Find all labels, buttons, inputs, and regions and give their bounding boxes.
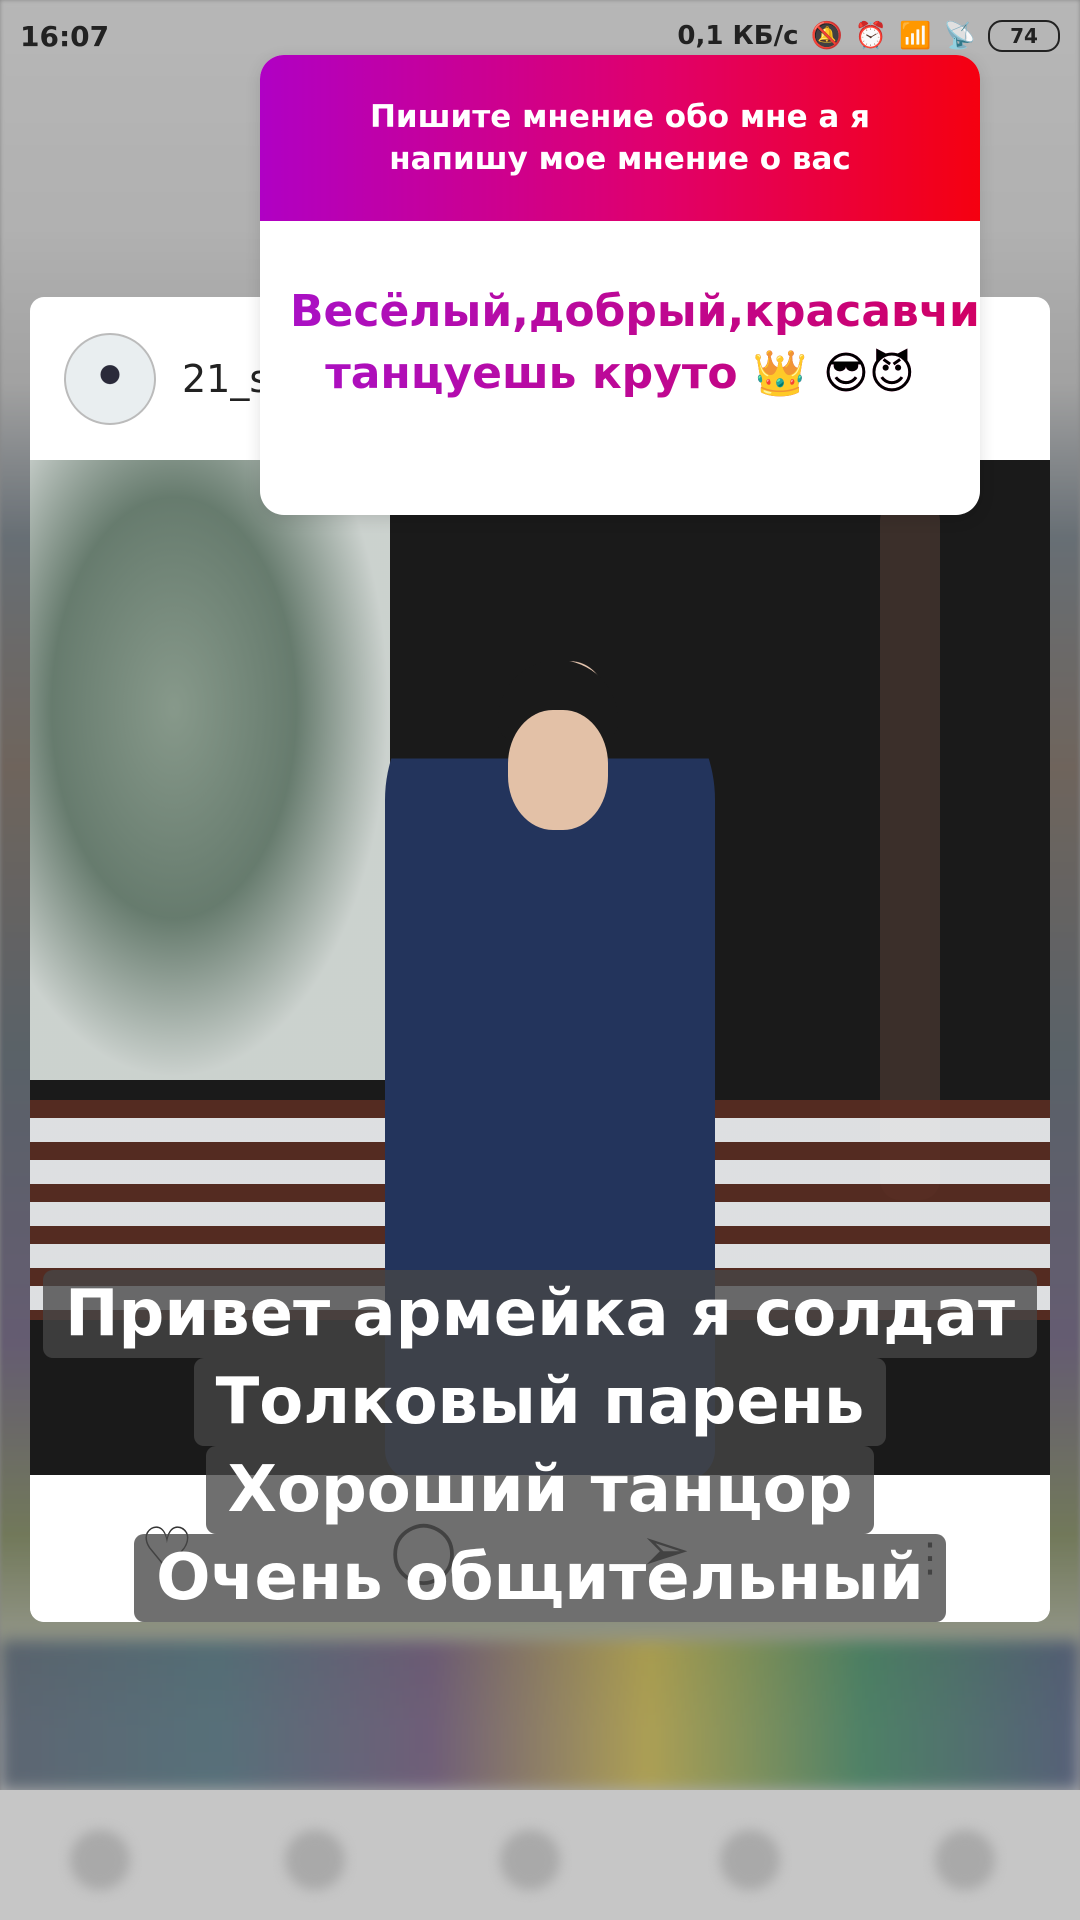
heart-icon: [720, 1830, 780, 1890]
caption-line: Хороший танцор: [205, 1446, 875, 1534]
profile-icon: [935, 1830, 995, 1890]
post-username[interactable]: 21_s: [182, 357, 269, 401]
battery-indicator: 74: [988, 20, 1060, 52]
caption-line-1-row: Привет армейка я солдат: [0, 1270, 1080, 1358]
status-time: 16:07: [20, 19, 110, 53]
signal-icon: 📶: [899, 21, 932, 51]
photo-face: [508, 710, 608, 830]
caption-line: Толковый парень: [193, 1358, 887, 1446]
mute-icon: 🔕: [810, 21, 843, 51]
alarm-icon: ⏰: [854, 21, 888, 51]
photo-tree-trunk: [880, 500, 940, 1200]
answer-emojis: 👑 😎😈: [752, 348, 915, 399]
question-prompt: Пишите мнение обо мне а я напишу мое мне…: [260, 55, 980, 221]
photo-snowy-trees: [30, 460, 390, 1080]
caption-line-3-row: Хороший танцор: [0, 1446, 1080, 1534]
caption-line-4-row: Очень общительный: [0, 1534, 1080, 1622]
question-sticker[interactable]: Пишите мнение обо мне а я напишу мое мне…: [260, 55, 980, 515]
avatar[interactable]: [64, 332, 156, 425]
add-icon: [500, 1830, 560, 1890]
network-speed: 0,1 КБ/с: [677, 21, 799, 51]
status-indicators: 0,1 КБ/с 🔕 ⏰ 📶 📡 74: [677, 20, 1060, 52]
search-icon: [285, 1830, 345, 1890]
caption-line: Привет армейка я солдат: [42, 1270, 1038, 1358]
caption-line-2-row: Толковый парень: [0, 1358, 1080, 1446]
home-icon: [70, 1830, 130, 1890]
question-answer: Весёлый,добрый,красавчик, танцуешь круто…: [260, 221, 980, 405]
wifi-icon: 📡: [943, 21, 976, 51]
caption-line: Очень общительный: [134, 1534, 946, 1622]
blurred-bottom-nav: [0, 1790, 1080, 1920]
